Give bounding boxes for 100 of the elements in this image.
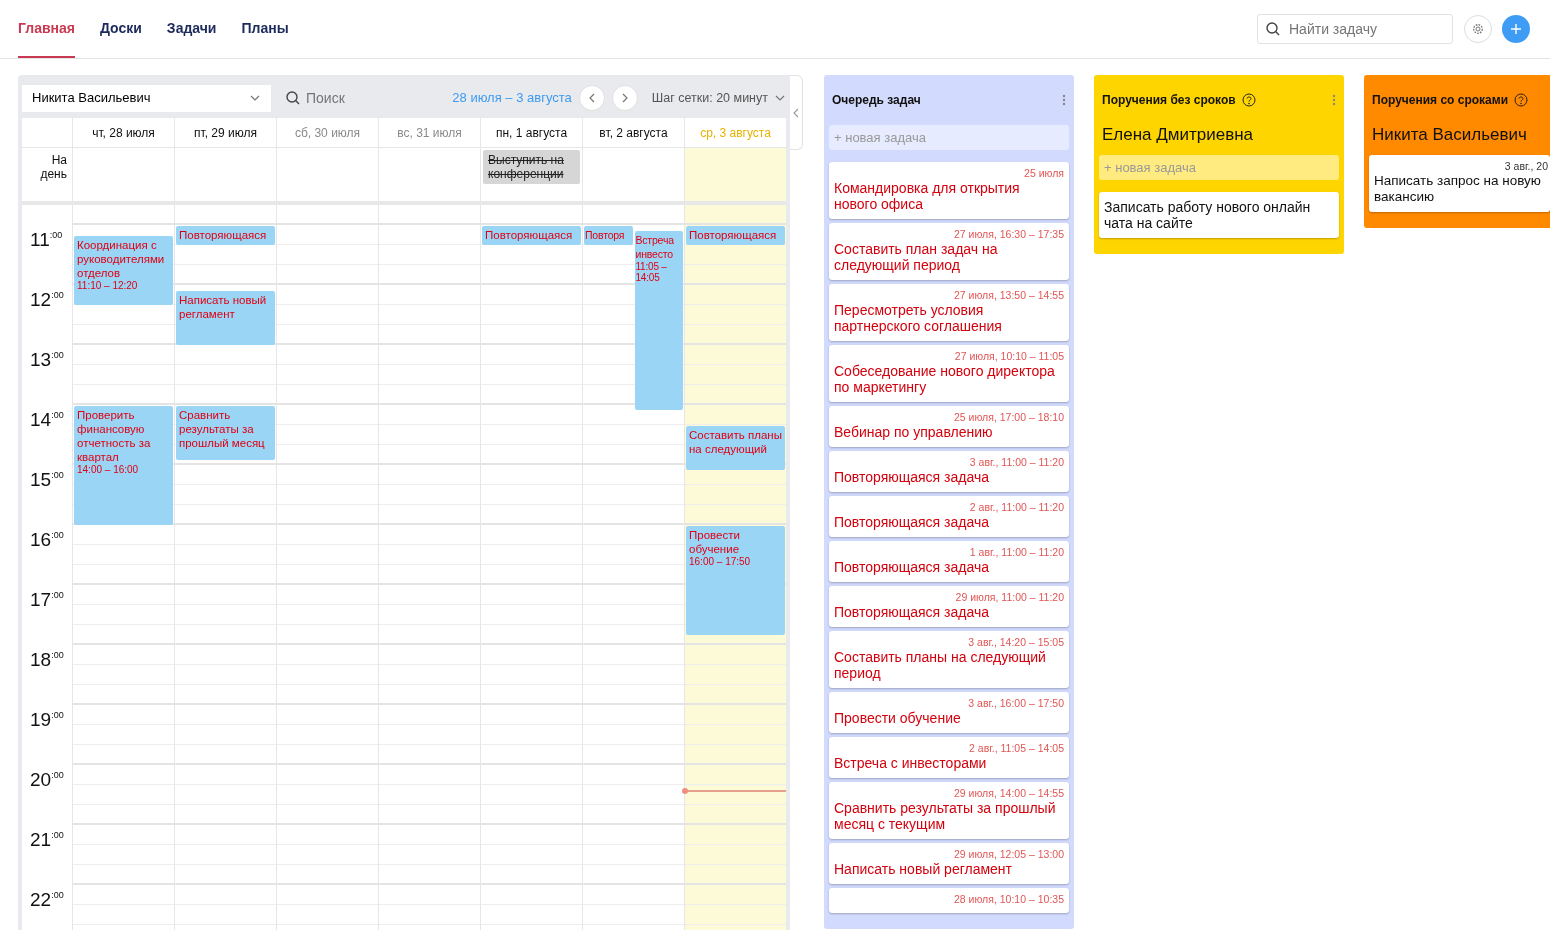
settings-icon <box>1472 23 1484 35</box>
task-title: Составить планы на следующий период <box>834 649 1047 681</box>
task-date: 3 авг., 14:20 – 15:05 <box>967 636 1064 649</box>
task-date: 2 авг., 11:00 – 11:20 <box>968 501 1064 514</box>
task-card[interactable]: Записать работу нового онлайн чата на сайте <box>1099 192 1339 238</box>
task-card[interactable]: 25 июля Командировка для открытия нового офиса <box>829 162 1069 219</box>
person-name: Никита Васильевич <box>1371 125 1528 146</box>
task-date: 27 июля, 16:30 – 17:35 <box>953 228 1064 241</box>
search-icon <box>286 91 300 105</box>
column-title: Поручения без сроков <box>1102 92 1236 109</box>
hour-label: 21$^{:00}$ <box>29 828 65 852</box>
collapse-handle[interactable] <box>790 75 803 150</box>
task-card[interactable]: 28 июля, 10:10 – 10:35 <box>829 888 1069 913</box>
nav-tab[interactable]: Задачи <box>166 0 217 58</box>
grid-step-select[interactable]: Шаг сетки: 20 минут <box>651 88 786 108</box>
nav-tab[interactable]: Главная <box>18 0 75 58</box>
task-card[interactable]: 3 авг., 20 Написать запрос на новую вакансию <box>1369 155 1550 212</box>
day-header: вс, 31 июля <box>378 118 480 147</box>
task-title: Написать запрос на новую вакансию <box>1374 173 1542 205</box>
calendar-event[interactable]: Встреча инвесто 11:05 – 14:05 <box>634 231 683 410</box>
task-title: Собеседование нового директора по маркетингу <box>834 363 1056 395</box>
hour-label: 20$^{:00}$ <box>29 768 65 792</box>
task-card[interactable]: 2 авг., 11:05 – 14:05 Встреча с инвесторами <box>829 737 1069 778</box>
more-icon[interactable] <box>1062 94 1066 106</box>
hour-label: 13$^{:00}$ <box>29 348 65 372</box>
task-date: 3 авг., 11:00 – 11:20 <box>968 456 1064 469</box>
task-date: 25 июля, 17:00 – 18:10 <box>953 411 1064 424</box>
search-icon <box>1266 22 1280 36</box>
all-day-label: На день <box>39 152 68 183</box>
day-header: вт, 2 августа <box>582 118 684 147</box>
new-task-field[interactable]: + новая задача <box>829 125 1069 150</box>
hour-label: 19$^{:00}$ <box>29 708 65 732</box>
hour-label: 15$^{:00}$ <box>29 468 65 492</box>
task-date: 3 авг., 16:00 – 17:50 <box>967 697 1064 710</box>
task-title: Повторяющаяся задача <box>834 514 991 530</box>
help-icon <box>1241 93 1256 107</box>
task-title: Вебинар по управлению <box>834 424 994 440</box>
task-title: Написать новый регламент <box>834 861 1013 877</box>
task-card[interactable]: 29 июля, 12:05 – 13:00 Написать новый регламент <box>829 843 1069 884</box>
day-header: пт, 29 июля <box>174 118 276 147</box>
task-title: Провести обучение <box>834 710 962 726</box>
task-date: 29 июля, 11:00 – 11:20 <box>954 591 1064 604</box>
user-select[interactable]: Никита Васильевич <box>22 84 271 112</box>
calendar-event[interactable]: Провести обучение 16:00 – 17:50 <box>686 526 785 635</box>
search-field[interactable]: Поиск <box>277 85 427 111</box>
calendar-event[interactable]: Сравнить результаты за прошлый месяц <box>176 406 275 460</box>
all-day-event[interactable]: Выступить на конференции <box>483 150 580 184</box>
task-date: 25 июля <box>1023 167 1064 180</box>
task-card[interactable]: 27 июля, 10:10 – 11:05 Собеседование нового директора по маркетингу <box>829 345 1069 402</box>
task-card[interactable]: 3 авг., 14:20 – 15:05 Составить планы на следующий период <box>829 631 1069 688</box>
task-title: Составить план задач на следующий период <box>834 241 999 273</box>
task-card[interactable]: 29 июля, 11:00 – 11:20 Повторяющаяся задача <box>829 586 1069 627</box>
nav-tab[interactable]: Планы <box>241 0 289 58</box>
calendar-event[interactable]: Повторяющаяся <box>482 226 581 245</box>
task-title: Записать работу нового онлайн чата на сайте <box>1104 199 1312 231</box>
task-date: 3 авг., 20 <box>1503 160 1548 173</box>
task-date: 29 июля, 14:00 – 14:55 <box>953 787 1064 800</box>
hour-label: 17$^{:00}$ <box>29 588 65 612</box>
chevron-left-icon <box>792 107 800 118</box>
calendar-event[interactable]: Проверить финансовую отчетность за квартал 14:00 – 16:00 <box>74 406 173 525</box>
previous-button[interactable] <box>578 85 605 111</box>
calendar-event[interactable]: Повторяющаяся <box>176 226 275 245</box>
calendar-event[interactable]: Повторя <box>584 226 633 245</box>
hour-label: 22$^{:00}$ <box>29 888 65 912</box>
help-icon <box>1514 93 1528 107</box>
day-header: сб, 30 июля <box>276 118 378 147</box>
task-card[interactable]: 3 авг., 16:00 – 17:50 Провести обучение <box>829 692 1069 733</box>
task-card[interactable]: 27 июля, 16:30 – 17:35 Составить план задач на следующий период <box>829 223 1069 280</box>
nav-tab[interactable]: Доски <box>99 0 142 58</box>
calendar-event[interactable]: Написать новый регламент <box>176 291 275 345</box>
search-field[interactable]: Найти задачу <box>1257 14 1453 44</box>
add-button[interactable] <box>1502 15 1530 43</box>
task-title: Сравнить результаты за прошлый месяц с текущим <box>834 800 1057 832</box>
next-button[interactable] <box>611 85 638 111</box>
day-header: ср, 3 августа <box>684 118 786 147</box>
settings-button[interactable] <box>1464 15 1492 43</box>
task-title: Встреча с инвесторами <box>834 755 988 771</box>
task-date: 27 июля, 13:50 – 14:55 <box>953 289 1064 302</box>
task-date: 28 июля, 10:10 – 10:35 <box>953 893 1064 906</box>
more-icon[interactable] <box>1332 94 1336 106</box>
task-title: Командировка для открытия нового офиса <box>834 180 1021 212</box>
task-card[interactable]: 2 авг., 11:00 – 11:20 Повторяющаяся задача <box>829 496 1069 537</box>
task-card[interactable]: 1 авг., 11:00 – 11:20 Повторяющаяся задача <box>829 541 1069 582</box>
task-date: 29 июля, 12:05 – 13:00 <box>953 848 1064 861</box>
task-title: Повторяющаяся задача <box>834 604 991 620</box>
column-title: Очередь задач <box>832 92 921 109</box>
person-name: Елена Дмитриевна <box>1101 125 1255 146</box>
task-card[interactable]: 27 июля, 13:50 – 14:55 Пересмотреть условия партнерского соглашения <box>829 284 1069 341</box>
column-title: Поручения со сроками <box>1372 92 1508 109</box>
calendar-event[interactable]: Повторяющаяся <box>686 226 785 245</box>
task-title: Пересмотреть условия партнерского соглашения <box>834 302 1003 334</box>
task-card[interactable]: 29 июля, 14:00 – 14:55 Сравнить результаты за прошлый месяц с текущим <box>829 782 1069 839</box>
task-title: Повторяющаяся задача <box>834 559 991 575</box>
calendar-event[interactable]: Координация с руководителями отделов 11:10 – 12:20 <box>74 236 173 305</box>
hour-label: 11$^{:00}$ <box>29 228 64 252</box>
task-card[interactable]: 25 июля, 17:00 – 18:10 Вебинар по управлению <box>829 406 1069 447</box>
task-card[interactable]: 3 авг., 11:00 – 11:20 Повторяющаяся задача <box>829 451 1069 492</box>
hour-label: 16$^{:00}$ <box>29 528 65 552</box>
new-task-field[interactable]: + новая задача <box>1099 155 1339 180</box>
calendar-event[interactable]: Составить планы на следующий <box>686 426 785 470</box>
